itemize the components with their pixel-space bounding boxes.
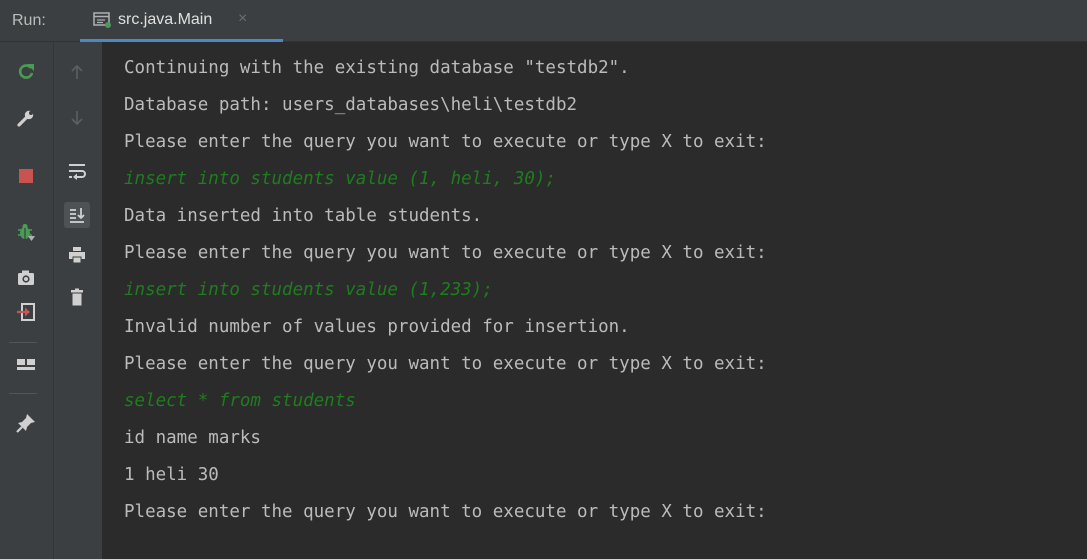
console-input-line: insert into students value (1,233);: [124, 280, 493, 300]
exit-icon: [17, 303, 35, 321]
console-actions-toolbar: [53, 42, 102, 559]
exit-button[interactable]: [13, 299, 39, 325]
pin-icon: [16, 414, 35, 433]
console-line: 1 heli 30: [124, 465, 219, 485]
console-line: Continuing with the existing database "t…: [124, 58, 630, 78]
console-input-line: select * from students: [124, 391, 356, 411]
console-line: Data inserted into table students.: [124, 206, 483, 226]
rerun-icon: [18, 64, 34, 79]
print-button[interactable]: [64, 242, 90, 268]
console-line: Please enter the query you want to execu…: [124, 243, 767, 263]
console-output[interactable]: Continuing with the existing database "t…: [102, 42, 1087, 559]
rerun-button[interactable]: [13, 59, 39, 85]
console-input-line: insert into students value (1, heli, 30)…: [124, 169, 556, 189]
tab-src-java-main[interactable]: src.java.Main ×: [80, 0, 283, 42]
pin-tab-button[interactable]: [13, 410, 39, 436]
trash-icon: [71, 288, 83, 306]
scroll-to-end-button[interactable]: [64, 202, 90, 228]
toolbar-separator: [9, 393, 37, 394]
tab-title: src.java.Main: [118, 11, 213, 28]
layout-icon: [17, 359, 35, 370]
previous-occurrence-button[interactable]: [64, 59, 90, 85]
soft-wrap-button[interactable]: [64, 158, 90, 184]
stop-button[interactable]: [13, 163, 39, 189]
arrow-down-icon: [71, 111, 83, 126]
scroll-to-end-icon: [70, 208, 85, 223]
run-label: Run:: [12, 12, 46, 29]
print-icon: [69, 247, 85, 264]
dump-threads-button[interactable]: [13, 265, 39, 291]
settings-button[interactable]: [13, 105, 39, 131]
next-occurrence-button[interactable]: [64, 105, 90, 131]
wrench-icon: [17, 110, 34, 127]
debug-button[interactable]: [13, 219, 39, 245]
clear-all-button[interactable]: [64, 284, 90, 310]
console-line: Please enter the query you want to execu…: [124, 354, 767, 374]
console-tab-icon: [93, 12, 112, 28]
run-tool-window: Run: src.java.Main × Continuing with the…: [0, 0, 1087, 559]
stop-icon: [19, 169, 33, 183]
toolbar-separator: [9, 342, 37, 343]
soft-wrap-icon: [69, 164, 86, 180]
console-line: Please enter the query you want to execu…: [124, 132, 767, 152]
tab-close-icon[interactable]: ×: [238, 10, 247, 28]
layout-button[interactable]: [13, 352, 39, 378]
console-line: Invalid number of values provided for in…: [124, 317, 630, 337]
camera-icon: [18, 270, 34, 285]
run-header: Run: src.java.Main ×: [0, 0, 1087, 42]
console-line: Database path: users_databases\heli\test…: [124, 95, 578, 115]
console-line: id name marks: [124, 428, 261, 448]
arrow-up-icon: [71, 64, 83, 79]
bug-icon: [18, 223, 35, 241]
console-line: Please enter the query you want to execu…: [124, 502, 767, 522]
run-actions-toolbar: [0, 42, 53, 559]
